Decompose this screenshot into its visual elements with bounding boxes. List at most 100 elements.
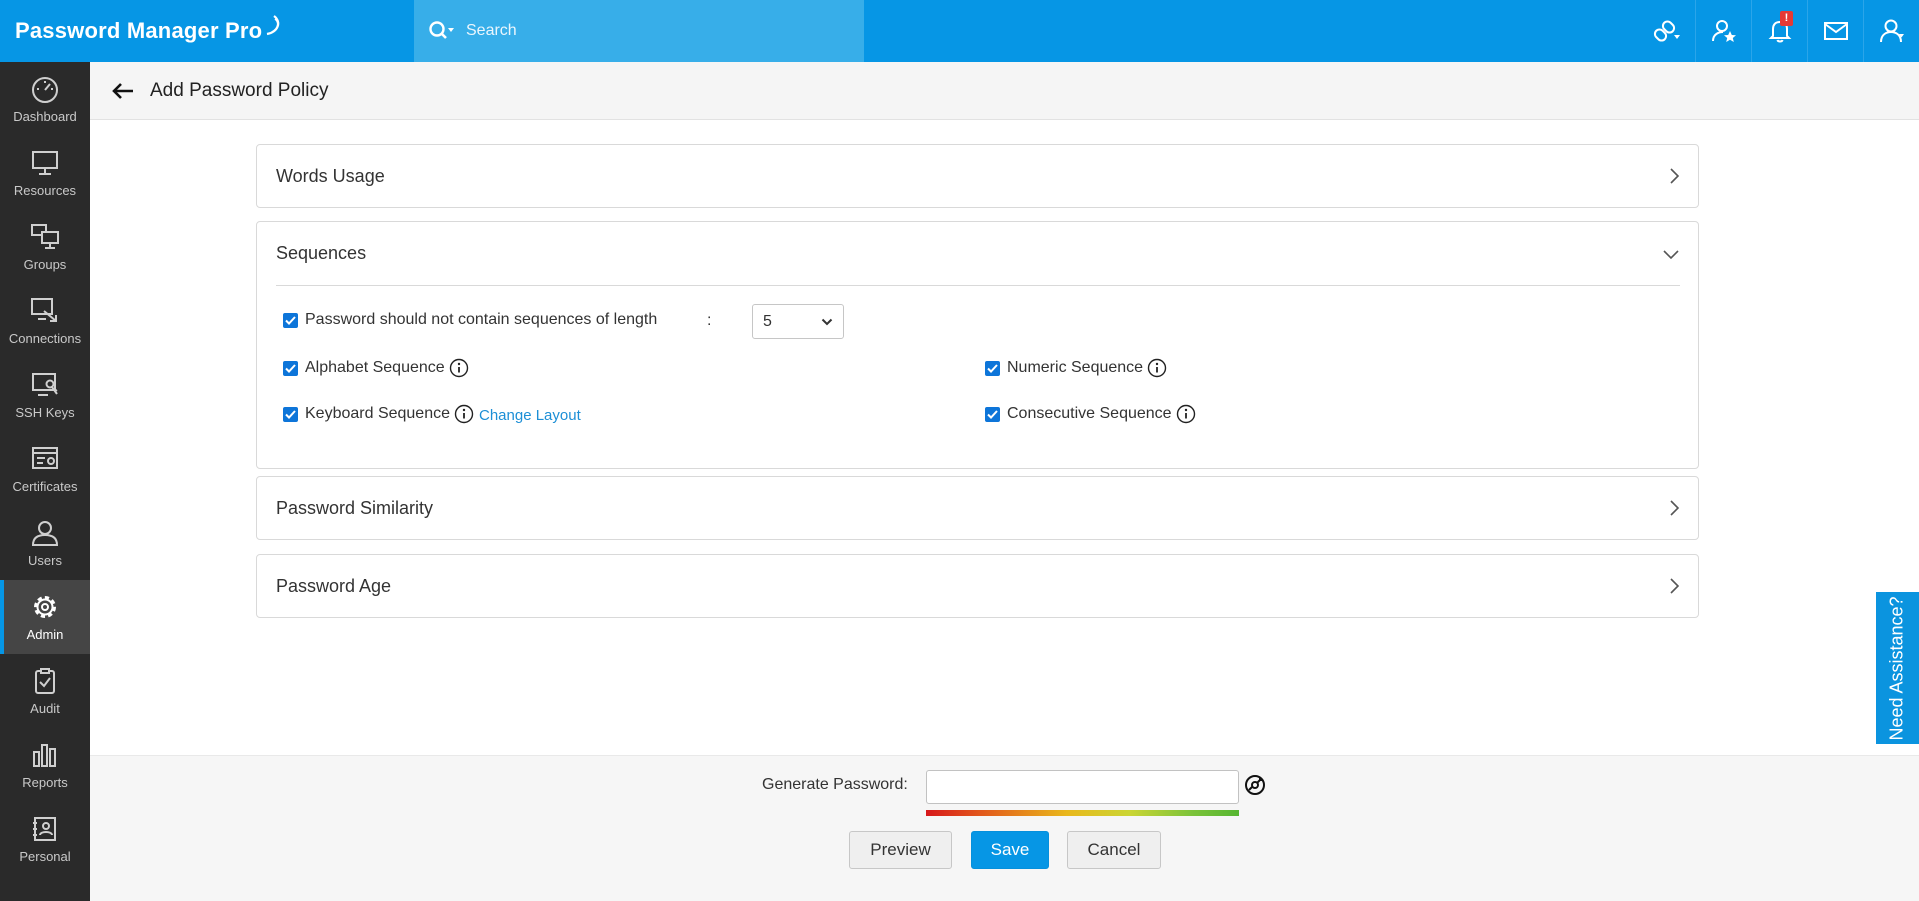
sidebar-item-personal[interactable]: Personal: [0, 802, 90, 876]
search-icon[interactable]: [424, 0, 460, 62]
sidebar-item-connections[interactable]: Connections: [0, 284, 90, 358]
info-icon[interactable]: [1147, 358, 1167, 378]
sequence-length-label: Password should not contain sequences of…: [305, 311, 658, 328]
generate-password-label: Generate Password:: [762, 776, 908, 793]
sidebar-item-label: Dashboard: [13, 108, 77, 124]
sidebar-item-dashboard[interactable]: Dashboard: [0, 62, 90, 136]
user-icon: [31, 520, 59, 546]
certificate-icon: [32, 446, 58, 469]
change-layout-link[interactable]: Change Layout: [479, 407, 581, 424]
label-colon: :: [707, 312, 712, 329]
generate-password-field[interactable]: [926, 770, 1239, 804]
sidebar-item-certificates[interactable]: Certificates: [0, 432, 90, 506]
favorite-user-icon[interactable]: [1695, 0, 1751, 62]
sidebar-item-label: Admin: [26, 626, 64, 642]
section-title: Password Age: [276, 575, 392, 596]
password-strength-meter: [926, 810, 1239, 816]
consecutive-sequence-label: Consecutive Sequence: [1007, 405, 1172, 422]
sidebar-item-resources[interactable]: Resources: [0, 136, 90, 210]
logo-swoosh-icon: [267, 15, 280, 36]
sidebar-item-label: Users: [28, 552, 62, 568]
sequence-length-checkbox[interactable]: [283, 312, 298, 328]
sidebar-item-label: Personal: [19, 848, 71, 864]
sidebar-item-label: Certificates: [12, 478, 78, 494]
save-button[interactable]: Save: [971, 831, 1049, 869]
preview-button[interactable]: Preview: [849, 831, 952, 869]
sequences-body: Password should not contain sequences of…: [257, 286, 1698, 468]
numeric-sequence-label: Numeric Sequence: [1007, 359, 1144, 376]
mail-icon[interactable]: [1807, 0, 1863, 62]
chevron-down-icon: [821, 318, 833, 325]
sidebar-item-label: Resources: [13, 182, 77, 198]
groups-icon: [31, 223, 59, 249]
password-similarity-panel[interactable]: Password Similarity: [256, 476, 1699, 540]
sidebar-item-admin[interactable]: Admin: [0, 580, 90, 654]
sequences-panel: Sequences Password should not contain se…: [256, 221, 1699, 469]
app-logo[interactable]: Password Manager Pro: [15, 15, 284, 46]
sidebar-item-label: Reports: [22, 774, 68, 790]
connections-icon: [31, 297, 57, 322]
sequence-length-select[interactable]: 5: [752, 304, 844, 339]
chevron-right-icon: [1670, 500, 1680, 516]
user-profile-icon[interactable]: [1863, 0, 1919, 62]
words-usage-panel[interactable]: Words Usage: [256, 144, 1699, 208]
notification-bell-icon[interactable]: !: [1751, 0, 1807, 62]
alphabet-sequence-label: Alphabet Sequence: [305, 359, 445, 376]
sidebar-nav: Dashboard Resources Groups Connections S…: [0, 62, 90, 901]
sidebar-item-label: SSH Keys: [15, 404, 75, 420]
dashboard-icon: [32, 76, 58, 103]
password-age-panel[interactable]: Password Age: [256, 554, 1699, 618]
section-title: Words Usage: [276, 165, 385, 186]
info-icon[interactable]: [454, 404, 474, 424]
sequence-length-value: 5: [763, 312, 772, 330]
personal-icon: [33, 816, 56, 841]
ssh-key-icon: [32, 372, 58, 396]
footer-actions: Generate Password: Preview Save Cancel: [90, 755, 1919, 901]
password-age-header[interactable]: Password Age: [257, 555, 1698, 617]
quick-links-icon[interactable]: [1639, 0, 1695, 62]
top-header: Password Manager Pro Search !: [0, 0, 1919, 62]
sidebar-item-users[interactable]: Users: [0, 506, 90, 580]
gear-icon: [34, 595, 56, 618]
numeric-sequence-checkbox[interactable]: [985, 360, 1000, 376]
password-similarity-header[interactable]: Password Similarity: [257, 477, 1698, 539]
page-title: Add Password Policy: [150, 79, 329, 101]
alphabet-sequence-checkbox[interactable]: [283, 360, 298, 376]
back-arrow-icon[interactable]: [110, 78, 136, 104]
monitor-icon: [32, 150, 58, 175]
sidebar-item-label: Audit: [30, 700, 60, 716]
sidebar-item-reports[interactable]: Reports: [0, 728, 90, 802]
info-icon[interactable]: [449, 358, 469, 378]
header-actions: !: [1639, 0, 1919, 62]
keyboard-sequence-option: Keyboard Sequence Change Layout: [283, 404, 581, 424]
consecutive-sequence-checkbox[interactable]: [985, 406, 1000, 422]
need-assistance-tab[interactable]: Need Assistance?: [1876, 592, 1919, 744]
sidebar-item-audit[interactable]: Audit: [0, 654, 90, 728]
section-title: Sequences: [276, 243, 367, 263]
search-bar: [414, 0, 864, 62]
sidebar-item-groups[interactable]: Groups: [0, 210, 90, 284]
clipboard-check-icon: [35, 667, 55, 694]
section-title: Password Similarity: [276, 497, 434, 518]
chevron-down-icon: [1663, 249, 1679, 259]
cancel-button[interactable]: Cancel: [1067, 831, 1161, 869]
words-usage-header[interactable]: Words Usage: [257, 145, 1698, 207]
chevron-right-icon: [1670, 578, 1680, 594]
keyboard-sequence-checkbox[interactable]: [283, 406, 298, 422]
chevron-right-icon: [1670, 168, 1680, 184]
sidebar-item-label: Groups: [23, 256, 67, 272]
sidebar-item-label: Connections: [8, 330, 82, 346]
keyboard-sequence-label: Keyboard Sequence: [305, 405, 450, 422]
generate-password-icon[interactable]: [1244, 774, 1266, 801]
search-input[interactable]: [466, 11, 826, 51]
consecutive-sequence-option: Consecutive Sequence: [985, 404, 1196, 424]
info-icon[interactable]: [1176, 404, 1196, 424]
logo-text: Password Manager Pro: [15, 18, 263, 43]
need-assistance-label: Need Assistance?: [1887, 595, 1907, 741]
bar-chart-icon: [33, 743, 56, 767]
sequence-length-option: Password should not contain sequences of…: [283, 311, 657, 329]
alphabet-sequence-option: Alphabet Sequence: [283, 358, 469, 378]
sidebar-item-ssh-keys[interactable]: SSH Keys: [0, 358, 90, 432]
sequences-header[interactable]: Sequences: [276, 222, 1680, 286]
notification-badge: !: [1780, 11, 1793, 26]
